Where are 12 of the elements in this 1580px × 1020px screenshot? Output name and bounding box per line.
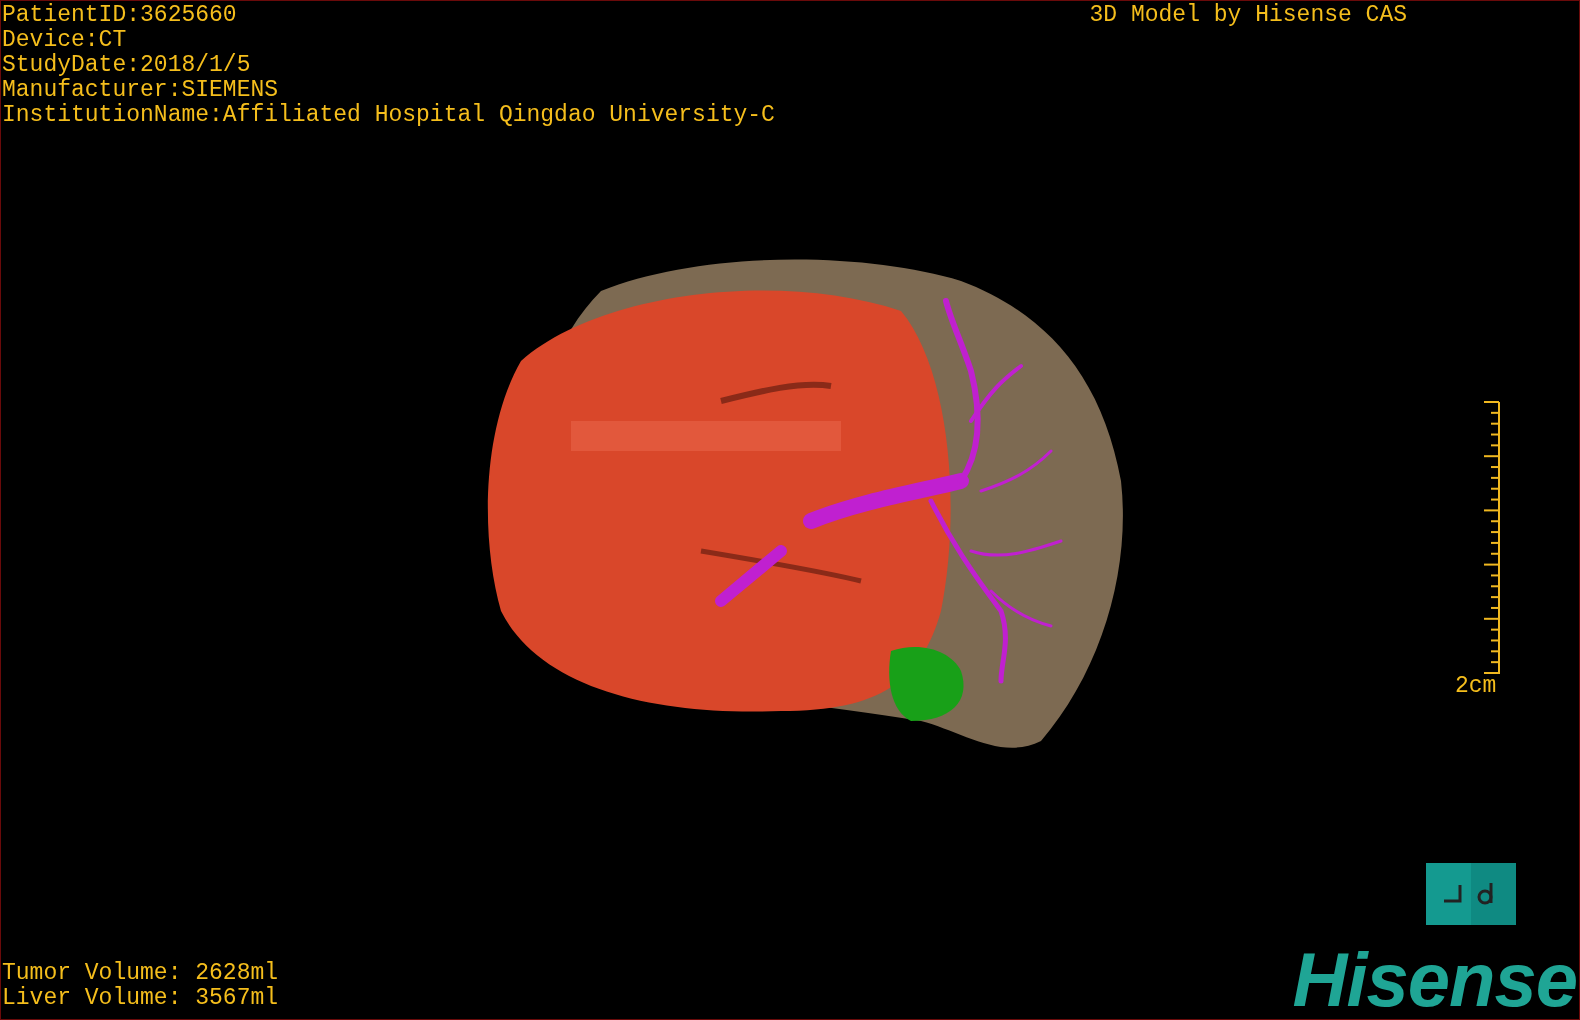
patient-info-line: Device:CT bbox=[2, 28, 127, 53]
volume-readout: Liver Volume: 3567ml bbox=[2, 986, 279, 1011]
brand-logo: Hisense bbox=[1292, 949, 1578, 1011]
patient-info-line: StudyDate:2018/1/5 bbox=[2, 53, 251, 78]
patient-info-line: InstitutionName:Affiliated Hospital Qingdao University-C bbox=[2, 103, 775, 128]
orientation-button[interactable] bbox=[1426, 863, 1516, 925]
patient-info-line: Manufacturer:SIEMENS bbox=[2, 78, 279, 103]
patient-info-line: PatientID:3625660 bbox=[2, 3, 237, 28]
scale-ruler-icon bbox=[1482, 401, 1502, 675]
scale-label: 2cm bbox=[1455, 674, 1497, 699]
viewer-title: 3D Model by Hisense CAS bbox=[1089, 3, 1407, 30]
volume-readout: Tumor Volume: 2628ml bbox=[2, 961, 279, 986]
